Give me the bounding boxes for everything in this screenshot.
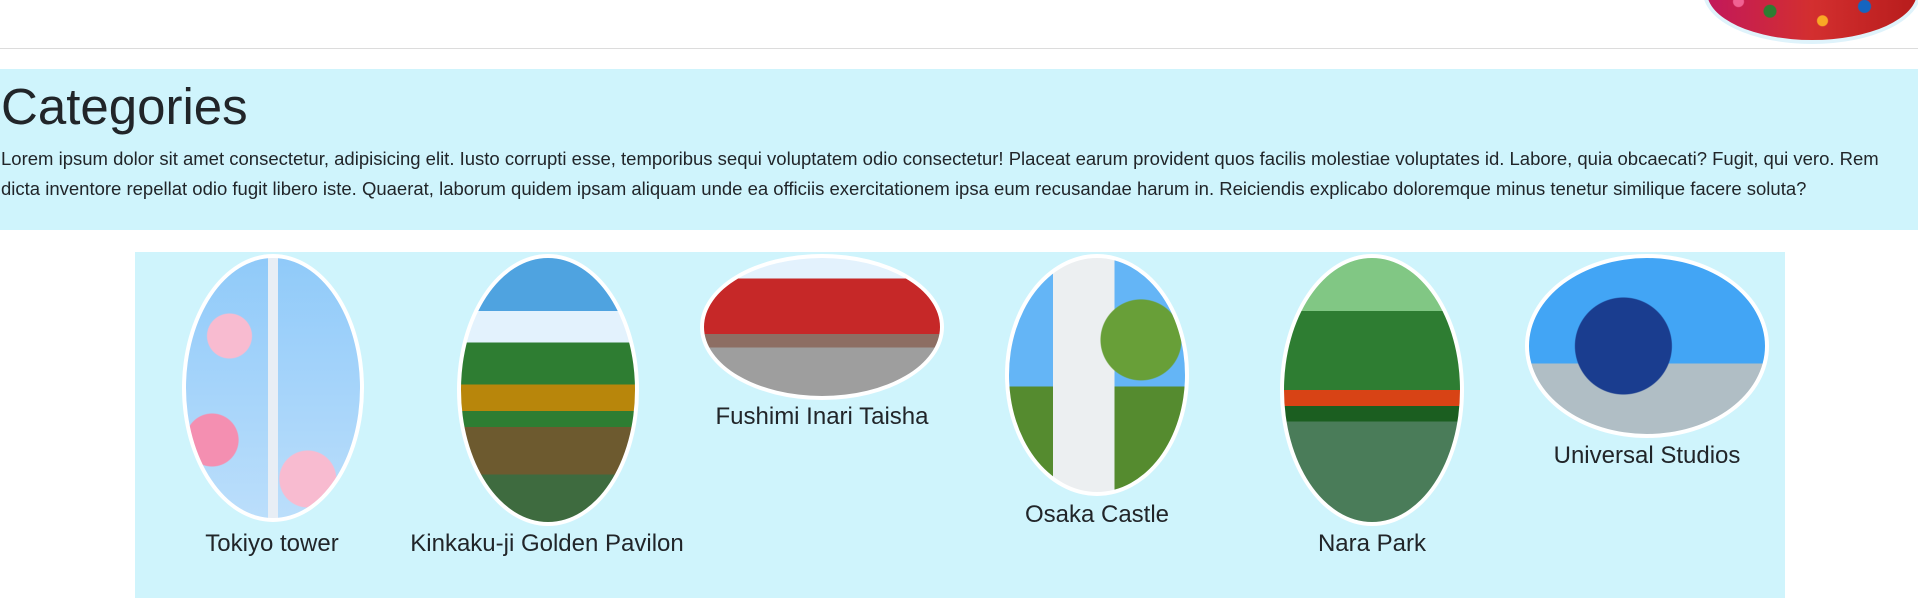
- header-image: [1703, 0, 1918, 44]
- nara-park-image[interactable]: [1280, 254, 1464, 526]
- categories-intro: Categories Lorem ipsum dolor sit amet co…: [0, 69, 1918, 230]
- fushimi-inari-image[interactable]: [700, 254, 944, 400]
- category-label[interactable]: Nara Park: [1235, 529, 1509, 559]
- osaka-castle-image[interactable]: [1005, 254, 1189, 496]
- kinkaku-ji-image[interactable]: [457, 254, 639, 526]
- category-label[interactable]: Kinkaku-ji Golden Pavilon: [410, 529, 684, 559]
- universal-studios-image[interactable]: [1525, 254, 1769, 438]
- category-gallery: Tokiyo tower Kinkaku-ji Golden Pavilon F…: [135, 252, 1785, 598]
- category-label[interactable]: Fushimi Inari Taisha: [685, 402, 959, 432]
- section-title: Categories: [1, 78, 248, 135]
- section-description: Lorem ipsum dolor sit amet consectetur, …: [1, 148, 1879, 199]
- category-label[interactable]: Universal Studios: [1510, 441, 1784, 471]
- tokyo-tower-image[interactable]: [182, 254, 364, 522]
- category-label[interactable]: Tokiyo tower: [135, 529, 409, 559]
- top-bar: [0, 0, 1918, 49]
- category-label[interactable]: Osaka Castle: [960, 500, 1234, 530]
